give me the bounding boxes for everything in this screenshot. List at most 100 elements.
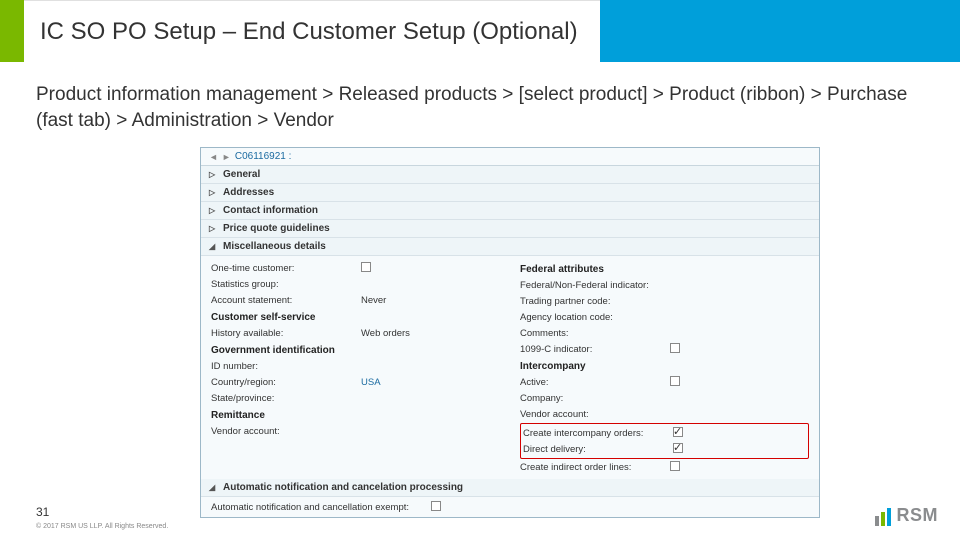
field-agency-location: Agency location code:	[520, 309, 809, 325]
checkbox[interactable]	[431, 501, 441, 511]
field-value	[670, 461, 809, 474]
field-label: Country/region:	[211, 377, 361, 388]
checkbox-checked[interactable]	[673, 443, 683, 453]
field-ic-vendor-account: Vendor account:	[520, 406, 809, 422]
field-value	[670, 376, 809, 389]
left-column: One-time customer: Statistics group: Acc…	[201, 260, 510, 475]
section-contact[interactable]: ▷Contact information	[201, 202, 819, 220]
record-id: C06116921 :	[235, 151, 292, 162]
field-direct-delivery: Direct delivery:	[523, 441, 806, 457]
copyright-text: © 2017 RSM US LLP. All Rights Reserved.	[36, 523, 168, 530]
field-label: Statistics group:	[211, 279, 361, 290]
auto-notification-body: Automatic notification and cancellation …	[201, 497, 819, 517]
caret-down-icon: ◢	[209, 483, 217, 492]
subheading-gov-id: Government identification	[211, 345, 500, 356]
field-label: ID number:	[211, 361, 361, 372]
section-auto-notification[interactable]: ◢ Automatic notification and cancelation …	[201, 479, 819, 497]
checkbox[interactable]	[670, 376, 680, 386]
slide-footer: 31 © 2017 RSM US LLP. All Rights Reserve…	[36, 505, 168, 530]
field-country-region: Country/region: USA	[211, 374, 500, 390]
page-number: 31	[36, 505, 168, 519]
field-label: History available:	[211, 328, 361, 339]
field-value	[673, 443, 806, 456]
rsm-logo-bars-icon	[875, 508, 891, 526]
field-value	[361, 262, 500, 275]
field-vendor-account-remit: Vendor account:	[211, 423, 500, 439]
slide-header: IC SO PO Setup – End Customer Setup (Opt…	[0, 0, 960, 62]
section-general[interactable]: ▷ General	[201, 166, 819, 184]
section-label: Price quote guidelines	[223, 223, 330, 234]
misc-details-body: One-time customer: Statistics group: Acc…	[201, 256, 819, 479]
section-label: Miscellaneous details	[223, 241, 326, 252]
field-ic-active: Active:	[520, 374, 809, 390]
page-title: IC SO PO Setup – End Customer Setup (Opt…	[40, 18, 578, 46]
header-blue-accent	[600, 0, 960, 62]
caret-down-icon: ◢	[209, 242, 217, 251]
field-label: Account statement:	[211, 295, 361, 306]
header-title-area: IC SO PO Setup – End Customer Setup (Opt…	[24, 0, 600, 62]
field-label: Comments:	[520, 328, 670, 339]
field-auto-exempt: Automatic notification and cancellation …	[211, 499, 500, 515]
field-federal-indicator: Federal/Non-Federal indicator:	[520, 277, 809, 293]
field-label: Vendor account:	[211, 426, 361, 437]
rsm-logo-text: RSM	[897, 505, 939, 526]
field-ic-company: Company:	[520, 390, 809, 406]
chevron-right-icon: ►	[222, 152, 231, 162]
field-label: Create indirect order lines:	[520, 462, 670, 473]
caret-right-icon: ▷	[209, 188, 217, 197]
right-column: Federal attributes Federal/Non-Federal i…	[510, 260, 819, 475]
field-value	[673, 427, 806, 440]
field-label: 1099-C indicator:	[520, 344, 670, 355]
checkbox-checked[interactable]	[673, 427, 683, 437]
right-column	[510, 499, 819, 515]
section-addresses[interactable]: ▷ Addresses	[201, 184, 819, 202]
section-label: Automatic notification and cancelation p…	[223, 482, 463, 493]
rsm-logo: RSM	[875, 505, 939, 526]
field-label: Federal/Non-Federal indicator:	[520, 280, 670, 291]
section-price-quote[interactable]: ▷ Price quote guidelines	[201, 220, 819, 238]
field-trading-partner: Trading partner code:	[520, 293, 809, 309]
field-label: Company:	[520, 393, 670, 404]
subheading-remittance: Remittance	[211, 410, 500, 421]
field-id-number: ID number:	[211, 358, 500, 374]
caret-right-icon: ▷	[209, 170, 217, 179]
field-label: Active:	[520, 377, 670, 388]
chevron-left-icon: ◄	[209, 152, 218, 162]
field-label: Agency location code:	[520, 312, 670, 323]
field-label: Automatic notification and cancellation …	[211, 502, 431, 513]
caret-right-icon: ▷	[209, 224, 217, 233]
field-value	[431, 501, 500, 514]
field-value: Never	[361, 295, 500, 306]
breadcrumb: Product information management > Release…	[0, 62, 960, 141]
subheading-self-service: Customer self-service	[211, 312, 500, 323]
checkbox[interactable]	[361, 262, 371, 272]
subheading-federal: Federal attributes	[520, 264, 809, 275]
field-label: One-time customer:	[211, 263, 361, 274]
field-label: Direct delivery:	[523, 444, 673, 455]
field-1099c: 1099-C indicator:	[520, 341, 809, 357]
field-label: Create intercompany orders:	[523, 428, 673, 439]
field-one-time-customer: One-time customer:	[211, 260, 500, 276]
field-history-available: History available: Web orders	[211, 325, 500, 341]
section-label: General	[223, 169, 260, 180]
erp-screenshot-panel: ◄ ► C06116921 : ▷ General ▷ Addresses ▷Con…	[200, 147, 820, 518]
record-breadcrumb: ◄ ► C06116921 :	[201, 148, 819, 166]
field-account-statement: Account statement: Never	[211, 292, 500, 308]
field-value: Web orders	[361, 328, 500, 339]
field-label: Trading partner code:	[520, 296, 670, 307]
subheading-intercompany: Intercompany	[520, 361, 809, 372]
left-column: Automatic notification and cancellation …	[201, 499, 510, 515]
field-create-indirect-order-lines: Create indirect order lines:	[520, 459, 809, 475]
checkbox[interactable]	[670, 461, 680, 471]
section-misc-details[interactable]: ◢ Miscellaneous details	[201, 238, 819, 256]
caret-right-icon: ▷	[209, 206, 217, 215]
field-value[interactable]: USA	[361, 377, 500, 388]
checkbox[interactable]	[670, 343, 680, 353]
highlighted-intercompany-settings: Create intercompany orders: Direct deliv…	[520, 423, 809, 459]
field-label: Vendor account:	[520, 409, 670, 420]
field-state-province: State/province:	[211, 390, 500, 406]
field-create-intercompany-orders: Create intercompany orders:	[523, 425, 806, 441]
field-statistics-group: Statistics group:	[211, 276, 500, 292]
header-green-accent	[0, 0, 24, 62]
section-label: Addresses	[223, 187, 274, 198]
